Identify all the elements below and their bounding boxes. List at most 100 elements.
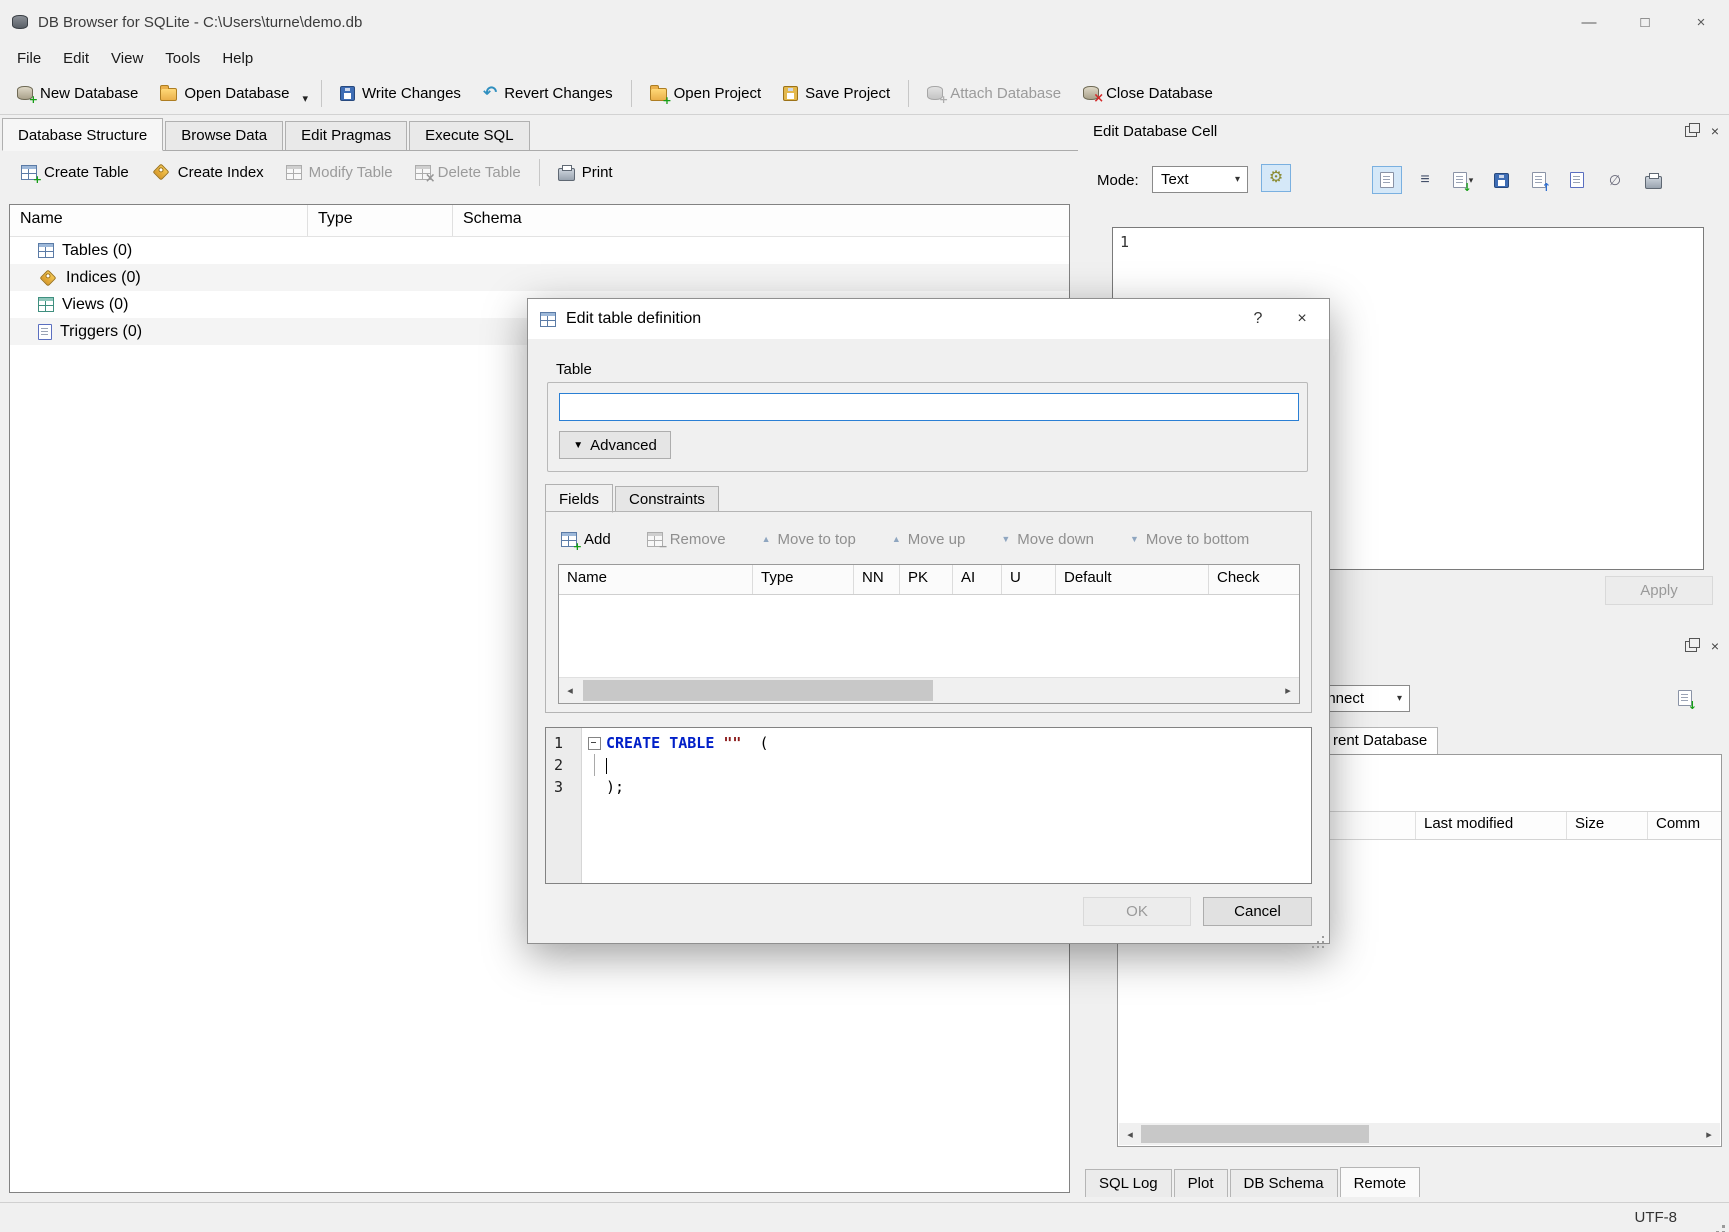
table-group-label: Table (556, 361, 592, 378)
app-window: DB Browser for SQLite - C:\Users\turne\d… (0, 0, 1729, 1232)
write-changes-button[interactable]: Write Changes (329, 76, 472, 110)
remote-tab-current-database[interactable]: rent Database (1322, 727, 1438, 755)
modify-table-button[interactable]: Modify Table (275, 155, 404, 189)
fields-horizontal-scrollbar[interactable]: ◂ ▸ (559, 677, 1299, 703)
bottom-dock-tabbar: SQL Log Plot DB Schema Remote (1085, 1167, 1422, 1197)
print-cell-button[interactable] (1638, 166, 1668, 194)
dialog-resize-grip[interactable] (1322, 936, 1324, 938)
remove-field-button[interactable]: Remove (647, 531, 726, 548)
remote-column-size[interactable]: Size (1567, 812, 1648, 839)
align-button[interactable]: ≡ (1410, 166, 1440, 194)
menu-tools[interactable]: Tools (154, 47, 211, 70)
window-resize-grip[interactable] (1722, 1225, 1725, 1228)
word-wrap-button[interactable] (1562, 166, 1592, 194)
move-up-button[interactable]: ▲ Move up (892, 531, 965, 548)
move-to-top-label: Move to top (777, 531, 855, 548)
scrollbar-thumb[interactable] (583, 680, 933, 701)
delete-table-label: Delete Table (438, 164, 521, 181)
close-button[interactable]: × (1673, 0, 1729, 44)
tree-column-name[interactable]: Name (10, 205, 308, 236)
remote-clone-button[interactable] (1670, 684, 1700, 712)
auto-format-button[interactable]: ⚙ (1261, 164, 1291, 192)
save-project-button[interactable]: Save Project (772, 76, 901, 110)
menu-view[interactable]: View (100, 47, 154, 70)
set-null-button[interactable]: ∅ (1600, 166, 1630, 194)
remote-column-last-modified[interactable]: Last modified (1416, 812, 1567, 839)
save-file-button[interactable] (1486, 166, 1516, 194)
move-down-button[interactable]: ▼ Move down (1001, 531, 1094, 548)
scroll-right-icon[interactable]: ▸ (1698, 1123, 1720, 1145)
text-mode-button[interactable] (1372, 166, 1402, 194)
scroll-left-icon[interactable]: ◂ (1119, 1123, 1141, 1145)
edit-cell-dock-header: Edit Database Cell (1085, 118, 1729, 144)
cancel-button[interactable]: Cancel (1203, 897, 1312, 926)
open-database-button[interactable]: Open Database (149, 76, 300, 110)
remote-horizontal-scrollbar[interactable]: ◂ ▸ (1119, 1123, 1720, 1145)
revert-changes-button[interactable]: Revert Changes (472, 76, 624, 110)
delete-table-button[interactable]: Delete Table (404, 155, 532, 189)
dialog-help-button[interactable]: ? (1243, 306, 1273, 332)
tab-remote[interactable]: Remote (1340, 1167, 1421, 1197)
tab-fields[interactable]: Fields (545, 484, 613, 513)
float-dock-icon[interactable] (1685, 641, 1697, 652)
fields-table-body[interactable] (559, 595, 1299, 679)
apply-button[interactable]: Apply (1605, 576, 1713, 605)
create-index-button[interactable]: Create Index (140, 155, 275, 189)
mode-combobox[interactable]: Text ▾ (1152, 166, 1248, 193)
sql-preview[interactable]: 1 2 3 CREATE TABLE "" ( ); (545, 727, 1312, 884)
open-database-dropdown-icon[interactable]: ▾ (300, 82, 314, 105)
structure-toolbar: Create Table Create Index Modify Table D… (0, 150, 1078, 194)
import-file-button[interactable]: ▾ (1448, 166, 1478, 194)
tab-execute-sql[interactable]: Execute SQL (409, 121, 529, 150)
field-column-type[interactable]: Type (753, 565, 854, 594)
tree-row-indices[interactable]: Indices (0) (10, 264, 1069, 291)
field-column-check[interactable]: Check (1209, 565, 1299, 594)
tab-sql-log[interactable]: SQL Log (1085, 1169, 1172, 1197)
attach-database-button[interactable]: Attach Database (916, 76, 1072, 110)
tree-column-schema[interactable]: Schema (453, 205, 1069, 236)
tab-plot[interactable]: Plot (1174, 1169, 1228, 1197)
menu-edit[interactable]: Edit (52, 47, 100, 70)
table-name-input[interactable] (559, 393, 1299, 421)
field-column-default[interactable]: Default (1056, 565, 1209, 594)
save-project-label: Save Project (805, 85, 890, 102)
ok-button[interactable]: OK (1083, 897, 1191, 926)
scroll-right-icon[interactable]: ▸ (1277, 678, 1299, 703)
remote-column-commit[interactable]: Comm (1648, 812, 1721, 839)
add-field-button[interactable]: Add (561, 531, 611, 548)
menu-file[interactable]: File (6, 47, 52, 70)
advanced-toggle-button[interactable]: ▼ Advanced (559, 431, 671, 459)
main-tabbar: Database Structure Browse Data Edit Prag… (2, 118, 1078, 151)
open-project-button[interactable]: Open Project (639, 76, 773, 110)
field-column-ai[interactable]: AI (953, 565, 1002, 594)
menu-help[interactable]: Help (211, 47, 264, 70)
tab-browse-data[interactable]: Browse Data (165, 121, 283, 150)
move-to-top-button[interactable]: ▲ Move to top (762, 531, 856, 548)
close-dock-icon[interactable] (1711, 123, 1719, 140)
tab-constraints[interactable]: Constraints (615, 486, 719, 512)
export-button[interactable] (1524, 166, 1554, 194)
close-database-button[interactable]: Close Database (1072, 76, 1224, 110)
field-column-name[interactable]: Name (559, 565, 753, 594)
tree-row-tables[interactable]: Tables (0) (10, 237, 1069, 264)
scroll-left-icon[interactable]: ◂ (559, 678, 581, 703)
field-column-u[interactable]: U (1002, 565, 1056, 594)
field-column-nn[interactable]: NN (854, 565, 900, 594)
move-to-bottom-button[interactable]: ▼ Move to bottom (1130, 531, 1249, 548)
create-table-button[interactable]: Create Table (10, 155, 140, 189)
print-button[interactable]: Print (547, 155, 624, 189)
float-dock-icon[interactable] (1685, 126, 1697, 137)
tab-db-schema[interactable]: DB Schema (1230, 1169, 1338, 1197)
move-up-label: Move up (908, 531, 966, 548)
tree-column-type[interactable]: Type (308, 205, 453, 236)
maximize-button[interactable]: □ (1617, 0, 1673, 44)
tab-edit-pragmas[interactable]: Edit Pragmas (285, 121, 407, 150)
new-database-button[interactable]: New Database (6, 76, 149, 110)
fold-collapse-icon[interactable] (588, 737, 601, 750)
field-column-pk[interactable]: PK (900, 565, 953, 594)
close-dock-icon[interactable] (1711, 638, 1719, 655)
minimize-button[interactable]: — (1561, 0, 1617, 44)
dialog-close-button[interactable]: × (1287, 306, 1317, 332)
tab-database-structure[interactable]: Database Structure (2, 118, 163, 151)
scrollbar-thumb[interactable] (1141, 1125, 1369, 1143)
